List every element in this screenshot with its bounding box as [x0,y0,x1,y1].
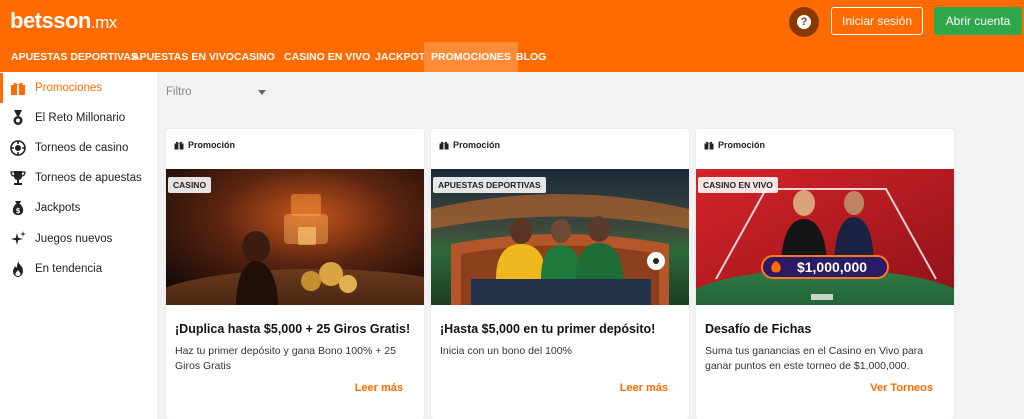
read-more-link[interactable]: Leer más [620,382,668,394]
logo-main-text: betsson [10,8,91,33]
promo-type-label: Promoción [174,140,235,150]
jackpot-amount: $1,000,000 [797,259,867,275]
read-more-link[interactable]: Leer más [355,382,403,394]
promo-description: Inicia con un bono del 100% [440,345,572,357]
promo-title: ¡Duplica hasta $5,000 + 25 Giros Gratis! [175,322,411,336]
promo-card[interactable]: Promoción CASINO ¡Duplica hasta $5,000 +… [166,129,424,419]
betsson-logo[interactable]: betsson.mx [10,8,117,34]
promo-type-text: Promoción [188,140,236,150]
view-tournaments-link[interactable]: Ver Torneos [870,382,933,394]
promo-image-live-casino[interactable]: $1,000,000 CASINO EN VIVO [696,169,954,305]
flame-icon [9,260,27,278]
help-button[interactable]: ? [789,7,819,37]
sidebar: Promociones El Reto Millonario Torneos d… [0,72,157,419]
nav-item-blog[interactable]: BLOG [509,42,553,72]
main-nav: APUESTAS DEPORTIVAS APUESTAS EN VIVO CAS… [0,42,1024,72]
promo-type-label: Promoción [439,140,500,150]
sidebar-item-jackpots[interactable]: $ Jackpots [0,193,157,223]
nav-item-apuestas-en-vivo[interactable]: APUESTAS EN VIVO [125,42,241,72]
promo-type-label: Promoción [704,140,765,150]
sidebar-item-label: El Reto Millonario [35,112,126,124]
sidebar-item-torneos-casino[interactable]: Torneos de casino [0,133,157,163]
category-tag: CASINO [168,177,212,193]
gift-icon [174,141,184,150]
sidebar-item-promociones[interactable]: Promociones [0,73,157,103]
casino-chip-icon [9,139,27,157]
category-tag: CASINO EN VIVO [698,177,778,193]
nav-item-casino-en-vivo[interactable]: CASINO EN VIVO [277,42,377,72]
logo-tld-text: .mx [90,13,117,32]
sidebar-item-reto-millonario[interactable]: El Reto Millonario [0,103,157,133]
gift-icon [704,141,714,150]
filter-dropdown[interactable]: Filtro [166,83,266,101]
top-header: betsson.mx ? Iniciar sesión Abrir cuenta [0,0,1024,42]
promo-title: Desafío de Fichas [705,322,812,336]
login-button[interactable]: Iniciar sesión [831,7,923,35]
promo-card[interactable]: Promoción APUESTAS DEPORTIVAS ¡Hasta $5,… [431,129,689,419]
promo-description: Haz tu primer depósito y gana Bono 100% … [175,345,396,372]
sidebar-item-label: Torneos de casino [35,142,129,154]
sidebar-item-juegos-nuevos[interactable]: Juegos nuevos [0,224,157,254]
sidebar-item-label: Torneos de apuestas [35,172,142,184]
promo-card[interactable]: Promoción $1,000,000 CASINO EN VIVO Desa… [696,129,954,419]
nav-item-promociones[interactable]: PROMOCIONES [424,42,518,72]
sidebar-item-torneos-apuestas[interactable]: Torneos de apuestas [0,163,157,193]
sidebar-item-label: Jackpots [35,202,81,214]
sidebar-item-label: En tendencia [35,263,103,275]
category-tag: APUESTAS DEPORTIVAS [433,177,546,193]
filter-placeholder: Filtro [166,86,192,98]
sidebar-item-en-tendencia[interactable]: En tendencia [0,254,157,284]
register-button[interactable]: Abrir cuenta [934,7,1022,35]
promo-title: ¡Hasta $5,000 en tu primer depósito! [440,322,656,336]
nav-item-casino[interactable]: CASINO [227,42,282,72]
promo-image-sports[interactable]: APUESTAS DEPORTIVAS [431,169,689,305]
gift-icon [439,141,449,150]
gift-icon [9,79,27,97]
sidebar-item-label: Juegos nuevos [35,233,113,245]
promo-description: Suma tus ganancias en el Casino en Vivo … [705,345,924,372]
question-mark-icon: ? [797,15,811,29]
sidebar-item-label: Promociones [35,82,103,94]
medal-icon [9,109,27,127]
money-bag-icon: $ [9,199,27,217]
nav-item-jackpot[interactable]: JACKPOT [368,42,432,72]
promo-image-casino[interactable]: CASINO [166,169,424,305]
nav-item-apuestas-deportivas[interactable]: APUESTAS DEPORTIVAS [4,42,145,72]
sparkle-icon [9,230,27,248]
trophy-icon [9,169,27,187]
promo-type-text: Promoción [453,140,501,150]
svg-text:$: $ [16,207,21,215]
promo-type-text: Promoción [718,140,766,150]
chevron-down-icon [258,89,266,95]
